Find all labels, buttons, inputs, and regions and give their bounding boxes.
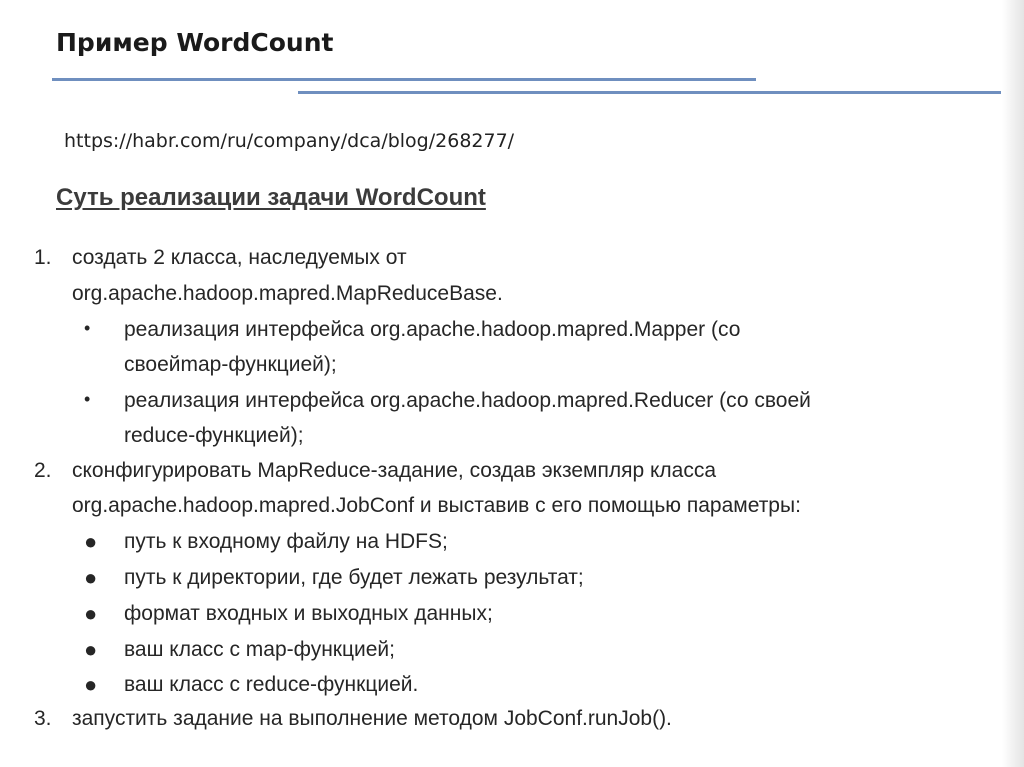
dot-icon: ● [84, 637, 98, 662]
list-item-text: org.apache.hadoop.mapred.MapReduceBase. [72, 282, 503, 305]
sub-item-text: reduce-функцией); [124, 424, 304, 447]
list-item-text: org.apache.hadoop.mapred.JobConf и выста… [72, 494, 801, 517]
dot-icon: ● [84, 565, 98, 590]
slide: Пример WordCount https://habr.com/ru/com… [0, 0, 1024, 767]
list-item-text: создать 2 класса, наследуемых от [72, 246, 407, 269]
sub-item-text: ваш класс с map-функцией; [124, 638, 395, 661]
list-number: 2. [34, 459, 52, 482]
sub-item-text: путь к директории, где будет лежать резу… [124, 566, 584, 589]
list-item-text: запустить задание на выполнение методом … [72, 707, 672, 730]
sub-item-text: своейmap-функцией); [124, 353, 337, 376]
bullet-icon: • [84, 389, 91, 409]
list-item-text: сконфигурировать MapReduce-задание, созд… [72, 459, 717, 482]
list-number: 1. [34, 246, 52, 269]
sub-item-text: реализация интерфейса org.apache.hadoop.… [124, 389, 811, 412]
bullet-icon: • [84, 318, 91, 338]
dot-icon: ● [84, 529, 98, 554]
dot-icon: ● [84, 672, 98, 697]
dot-icon: ● [84, 601, 98, 626]
steps-list: 1. создать 2 класса, наследуемых от org.… [0, 0, 1024, 767]
list-number: 3. [34, 707, 52, 730]
sub-item-text: ваш класс с reduce-функцией. [124, 673, 419, 696]
sub-item-text: реализация интерфейса org.apache.hadoop.… [124, 318, 741, 341]
sub-item-text: путь к входному файлу на HDFS; [124, 530, 448, 553]
sub-item-text: формат входных и выходных данных; [124, 602, 493, 625]
